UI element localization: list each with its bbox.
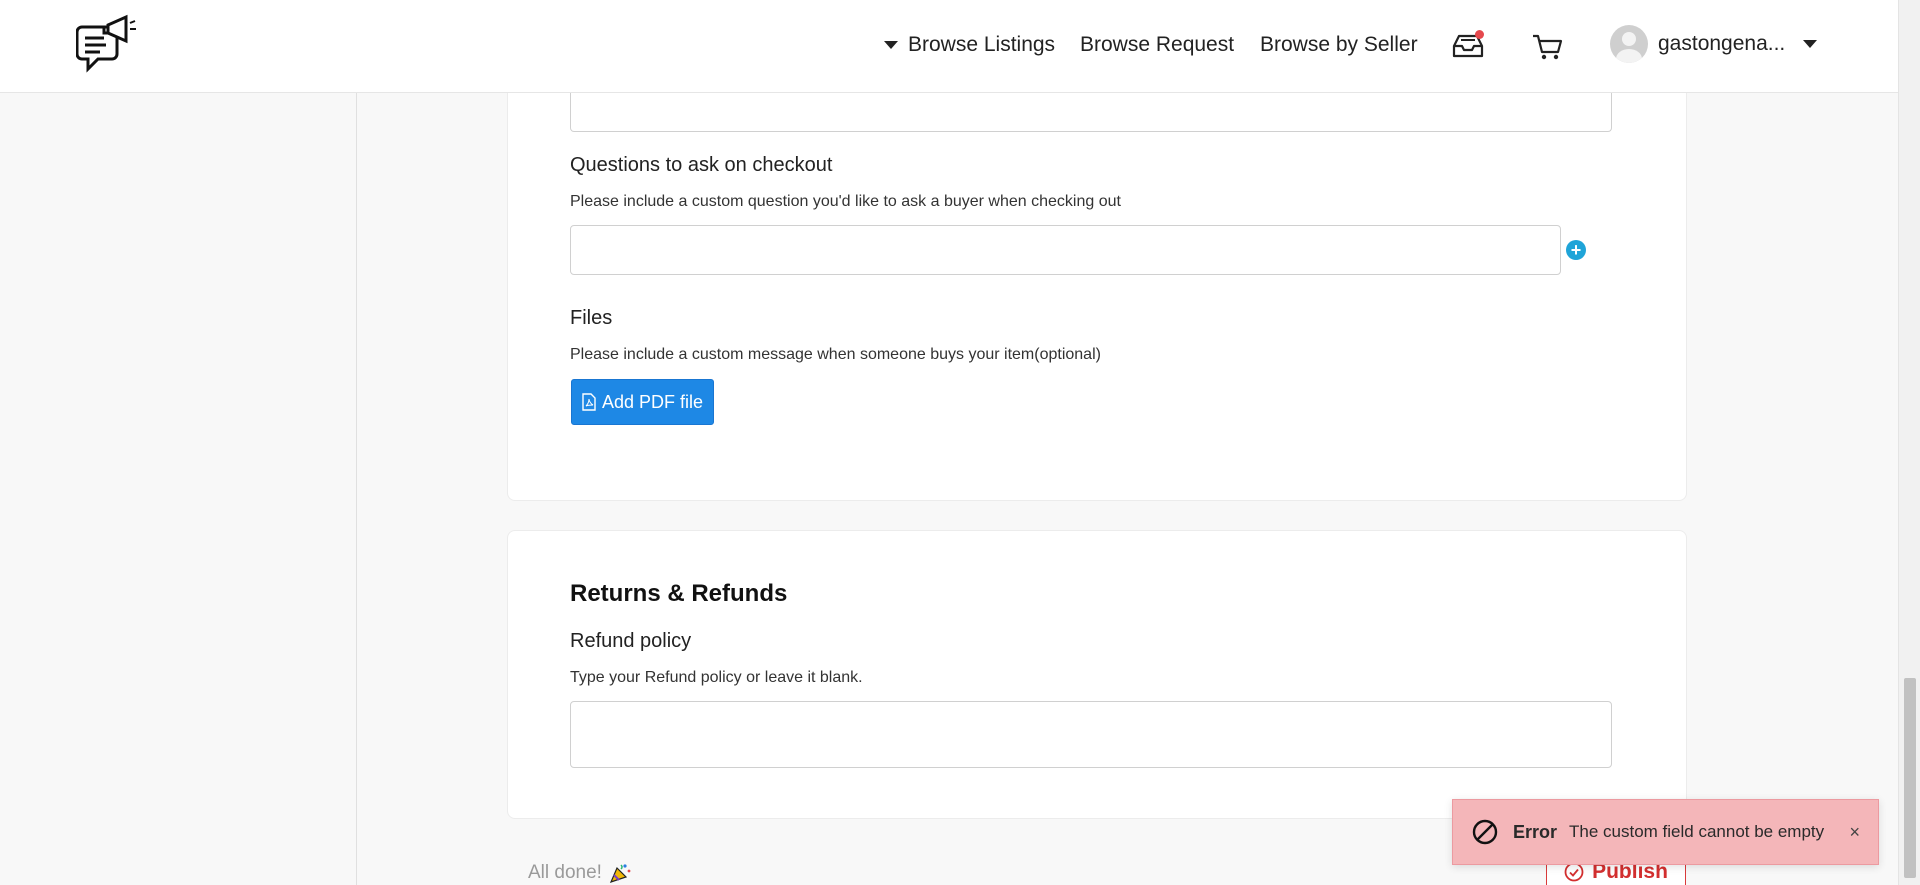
questions-label: Questions to ask on checkout	[570, 154, 833, 176]
add-question-icon[interactable]: +	[1566, 240, 1586, 260]
files-help: Please include a custom message when som…	[570, 346, 1101, 363]
cart-icon	[1533, 34, 1563, 60]
nav-browse-by-seller[interactable]: Browse by Seller	[1260, 0, 1418, 90]
avatar	[1610, 25, 1648, 63]
nav-browse-listings-label: Browse Listings	[908, 33, 1056, 56]
user-menu[interactable]: gastongena...	[1610, 24, 1818, 64]
refund-policy-help: Type your Refund policy or leave it blan…	[570, 669, 863, 686]
nav-browse-listings[interactable]: Browse Listings	[884, 0, 1055, 90]
username: gastongena...	[1658, 32, 1786, 55]
notification-dot	[1475, 30, 1484, 39]
chat-megaphone-logo[interactable]	[76, 13, 138, 79]
refund-policy-label: Refund policy	[570, 630, 692, 652]
questions-help: Please include a custom question you'd l…	[570, 193, 1121, 210]
toast-title: Error	[1513, 821, 1558, 842]
nav-browse-request[interactable]: Browse Request	[1080, 0, 1234, 90]
page-scrollbar[interactable]	[1898, 0, 1920, 885]
scrollbar-thumb[interactable]	[1904, 678, 1916, 878]
party-popper-icon	[609, 864, 631, 883]
files-label: Files	[570, 307, 613, 329]
all-done-text: All done!	[528, 862, 632, 884]
sidebar-divider	[356, 93, 357, 885]
check-circle-icon	[1564, 862, 1584, 882]
toast-message: The custom field cannot be empty	[1569, 822, 1825, 841]
add-pdf-button[interactable]: Add PDF file	[571, 379, 714, 425]
close-icon[interactable]: ×	[1849, 822, 1860, 843]
caret-down-icon	[1803, 40, 1818, 48]
returns-section-title: Returns & Refunds	[570, 580, 788, 607]
cart-button[interactable]	[1530, 28, 1566, 64]
add-pdf-label: Add PDF file	[601, 391, 704, 412]
inbox-button[interactable]	[1450, 28, 1486, 64]
pdf-file-icon	[582, 393, 596, 411]
caret-down-icon	[884, 41, 898, 49]
error-toast: Error The custom field cannot be empty ×	[1452, 799, 1879, 865]
ban-icon	[1472, 819, 1498, 845]
checkout-question-input[interactable]	[570, 225, 1561, 275]
refund-policy-input[interactable]	[570, 701, 1612, 768]
top-navbar: Browse Listings Browse Request Browse by…	[0, 0, 1898, 93]
all-done-label: All done!	[528, 862, 602, 883]
